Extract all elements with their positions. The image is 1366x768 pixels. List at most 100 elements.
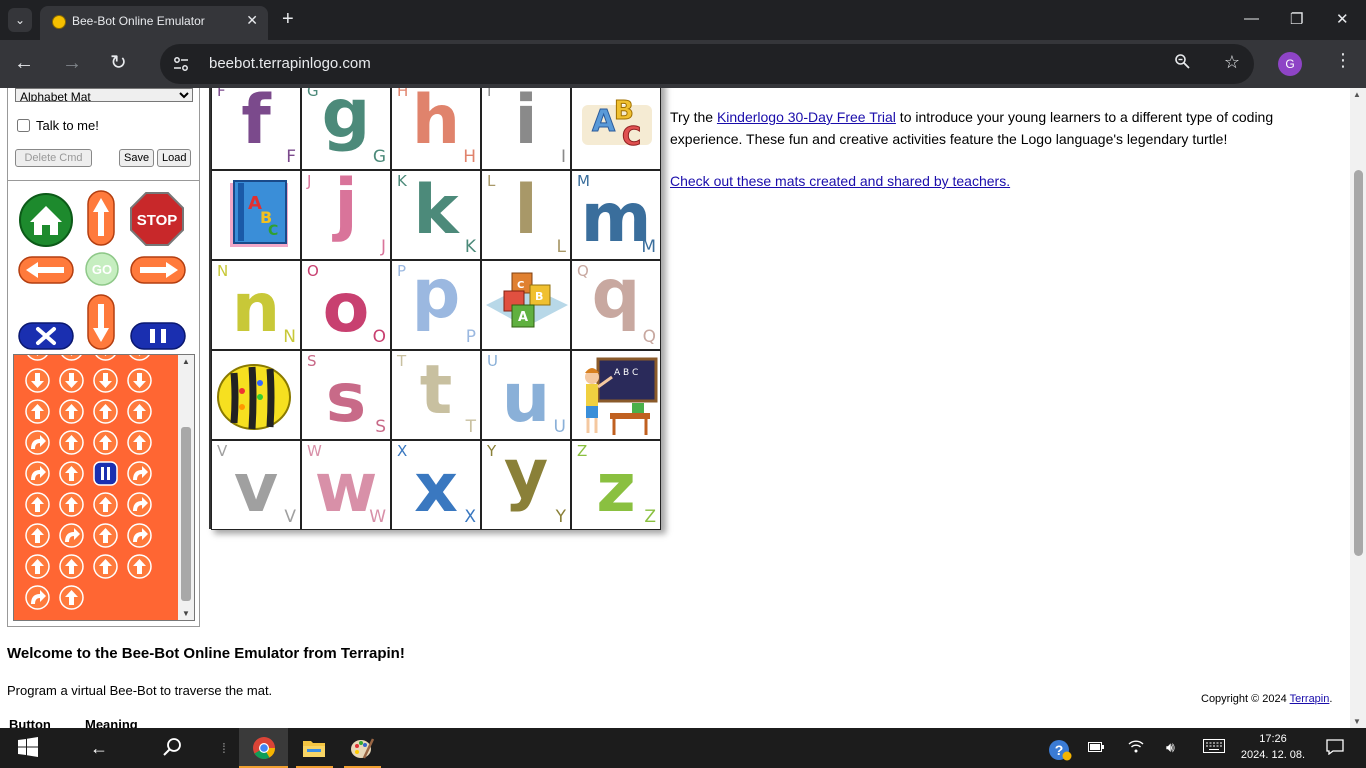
program-command-partial[interactable] [25,354,50,361]
backward-arrow-button[interactable] [87,294,115,350]
program-scroll-thumb[interactable] [181,427,191,601]
taskbar-search-icon[interactable] [162,737,182,762]
file-explorer-button[interactable] [290,728,339,768]
program-command-down[interactable] [127,368,152,393]
volume-icon[interactable]: 🔊︎ [1166,739,1175,756]
task-view-icon[interactable]: ⁞ [222,737,226,759]
task-back-icon[interactable]: ← [90,737,108,759]
mat-cell-q: QqQ [571,260,661,350]
browser-menu-icon[interactable]: ⋮ [1334,50,1352,71]
program-command-up[interactable] [59,585,84,610]
save-button[interactable]: Save [119,149,155,167]
address-bar[interactable]: beebot.terrapinlogo.com ☆ [160,44,1254,84]
program-command-right[interactable] [25,430,50,455]
program-command-up[interactable] [25,554,50,579]
turn-left-button[interactable] [18,256,74,284]
terrapin-link[interactable]: Terrapin [1290,693,1330,705]
program-command-up[interactable] [93,554,118,579]
program-scroll-up-icon[interactable]: ▲ [182,357,190,366]
page-scroll-down-icon[interactable]: ▼ [1353,717,1361,726]
program-command-partial[interactable] [59,354,84,361]
program-command-right[interactable] [25,585,50,610]
program-command-up[interactable] [25,523,50,548]
program-scroll-down-icon[interactable]: ▼ [182,609,190,618]
back-button[interactable]: ← [14,52,34,74]
restore-button[interactable]: ❐ [1290,10,1303,28]
mat-corner-letter-bottom: S [375,417,386,437]
program-command-up[interactable] [59,430,84,455]
forward-arrow-button[interactable] [87,190,115,246]
kinderlogo-trial-link[interactable]: Kinderlogo 30-Day Free Trial [717,109,896,125]
program-command-right[interactable] [25,461,50,486]
program-command-down[interactable] [59,368,84,393]
delete-cmd-button[interactable]: Delete Cmd [15,149,92,167]
tab-search-button[interactable]: ⌄ [8,8,32,32]
tab-close-icon[interactable]: ✕ [246,12,258,29]
zoom-icon[interactable] [1174,53,1190,74]
program-scrollbar[interactable]: ▲ ▼ [178,355,194,620]
program-command-right[interactable] [127,523,152,548]
turn-right-button[interactable] [130,256,186,284]
battery-icon[interactable] [1088,739,1104,755]
minimize-button[interactable]: — [1244,10,1259,27]
mat-select[interactable]: Alphabet Mat [15,88,193,102]
stop-button[interactable]: STOP [130,192,184,246]
site-info-icon[interactable] [172,55,190,73]
wifi-icon[interactable] [1128,739,1144,756]
keyboard-icon[interactable] [1203,739,1225,756]
close-window-button[interactable]: ✕ [1336,10,1349,28]
program-command-up[interactable] [93,399,118,424]
new-tab-button[interactable]: + [282,8,294,30]
page-scroll-up-icon[interactable]: ▲ [1353,90,1361,99]
chrome-taskbar-button[interactable] [239,728,288,768]
system-clock[interactable]: 17:26 2024. 12. 08. [1240,731,1306,763]
program-command-up[interactable] [25,492,50,517]
home-button[interactable] [18,192,74,248]
go-button[interactable]: GO [85,252,119,286]
windows-start-icon[interactable] [18,737,38,762]
help-icon[interactable]: ? [1048,739,1072,764]
page-scroll-thumb[interactable] [1354,170,1363,556]
svg-text:?: ? [1055,742,1064,758]
notification-icon[interactable] [1326,739,1344,758]
reload-button[interactable]: ↻ [110,52,127,74]
program-command-up[interactable] [93,523,118,548]
program-command-up[interactable] [93,430,118,455]
paint-app-button[interactable] [338,728,387,768]
program-command-right[interactable] [127,492,152,517]
program-command-pause[interactable] [93,461,118,486]
program-command-up[interactable] [127,430,152,455]
program-command-list[interactable]: ▲ ▼ [13,354,195,621]
program-command-up[interactable] [59,399,84,424]
program-command-up[interactable] [127,554,152,579]
mat-big-letter: f [241,88,271,160]
page-scrollbar[interactable]: ▲ ▼ [1350,88,1366,728]
program-command-partial[interactable] [127,354,152,361]
talk-to-me-checkbox[interactable] [17,119,30,132]
forward-button[interactable]: → [62,52,82,74]
program-command-up[interactable] [127,399,152,424]
program-command-up[interactable] [59,492,84,517]
program-command-down[interactable] [25,368,50,393]
teacher-mats-link[interactable]: Check out these mats created and shared … [670,173,1010,189]
load-button[interactable]: Load [157,149,192,167]
program-command-up[interactable] [93,492,118,517]
program-command-up[interactable] [59,554,84,579]
pause-button[interactable] [130,322,186,350]
clear-button[interactable] [18,322,74,350]
program-command-up[interactable] [25,399,50,424]
profile-avatar[interactable]: G [1278,52,1302,76]
bookmark-star-icon[interactable]: ☆ [1224,52,1240,73]
mat-corner-letter-bottom: G [372,147,386,167]
program-command-partial[interactable] [93,354,118,361]
program-command-right[interactable] [127,461,152,486]
mat-cell-w: WwW [301,440,391,530]
program-command-up[interactable] [59,461,84,486]
program-command-down[interactable] [93,368,118,393]
mat-big-letter: j [334,170,358,244]
url-text[interactable]: beebot.terrapinlogo.com [209,55,371,72]
svg-text:A: A [518,310,528,325]
program-command-right[interactable] [59,523,84,548]
talk-to-me-option[interactable]: Talk to me! [17,118,99,133]
active-tab[interactable]: Bee-Bot Online Emulator ✕ [40,6,268,40]
